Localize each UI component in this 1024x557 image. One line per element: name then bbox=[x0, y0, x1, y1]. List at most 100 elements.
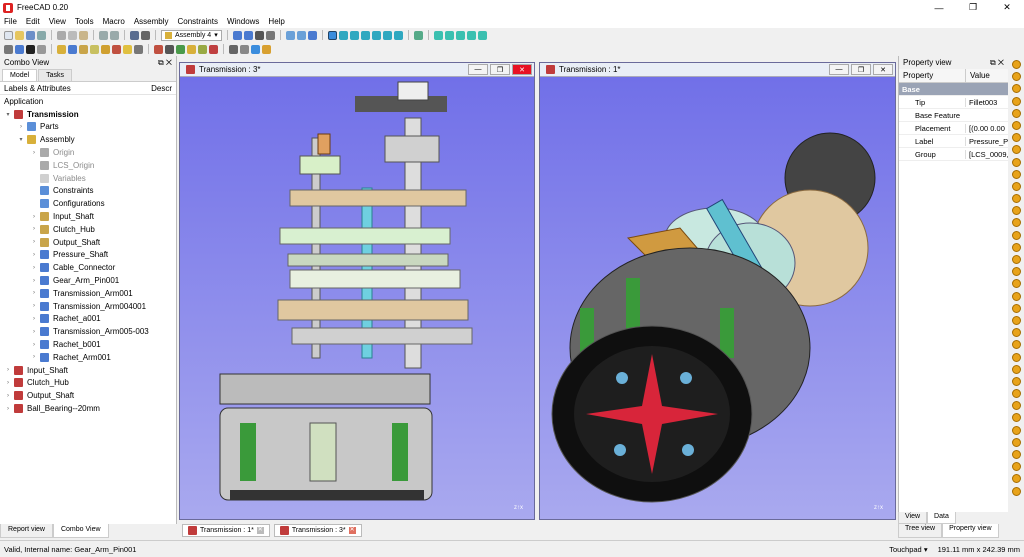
tab-tree-view[interactable]: Tree view bbox=[898, 524, 943, 538]
constraint-tool-icon[interactable] bbox=[1011, 486, 1021, 496]
constraint-tool-icon[interactable] bbox=[1011, 230, 1021, 240]
expand-right-icon[interactable]: › bbox=[4, 406, 12, 412]
tree-item[interactable]: ▾ Transmission bbox=[0, 108, 176, 121]
constraint-tool-icon[interactable] bbox=[1011, 84, 1021, 94]
expand-right-icon[interactable]: › bbox=[30, 150, 38, 156]
expand-right-icon[interactable]: › bbox=[30, 342, 38, 348]
new-assembly-icon[interactable] bbox=[57, 44, 66, 54]
copy-icon[interactable] bbox=[68, 30, 77, 40]
expand-right-icon[interactable]: › bbox=[30, 252, 38, 258]
constraint-tool-icon[interactable] bbox=[1011, 437, 1021, 447]
menu-help[interactable]: Help bbox=[268, 17, 284, 26]
view-minimize-button[interactable]: — bbox=[468, 64, 488, 75]
expand-right-icon[interactable]: › bbox=[30, 265, 38, 271]
menu-macro[interactable]: Macro bbox=[103, 17, 125, 26]
expand-right-icon[interactable]: › bbox=[30, 354, 38, 360]
expand-right-icon[interactable]: › bbox=[30, 303, 38, 309]
save-as-icon[interactable] bbox=[37, 30, 46, 40]
doc-tab-transmission-1[interactable]: Transmission : 1* ✕ bbox=[182, 523, 270, 537]
view-close-button[interactable]: ✕ bbox=[873, 64, 893, 75]
maximize-button[interactable]: ❐ bbox=[956, 0, 990, 15]
view-rear-icon[interactable] bbox=[371, 30, 381, 40]
tree-item[interactable]: › Transmission_Arm005-003 bbox=[0, 325, 176, 338]
undo-icon[interactable] bbox=[99, 30, 108, 40]
new-sketch-icon[interactable] bbox=[101, 44, 110, 54]
tab-model[interactable]: Model bbox=[2, 69, 38, 81]
menu-file[interactable]: File bbox=[4, 17, 17, 26]
expand-right-icon[interactable]: › bbox=[30, 278, 38, 284]
explode-icon[interactable] bbox=[240, 44, 249, 54]
back-arrow-icon[interactable] bbox=[285, 30, 295, 40]
tree-item[interactable]: › Clutch_Hub bbox=[0, 377, 176, 390]
place-link-icon[interactable] bbox=[154, 44, 163, 54]
release-icon[interactable] bbox=[165, 44, 174, 54]
constraint-tool-icon[interactable] bbox=[1011, 145, 1021, 155]
solve-icon[interactable] bbox=[176, 44, 185, 54]
fit-selection-icon[interactable] bbox=[243, 30, 253, 40]
expand-right-icon[interactable]: › bbox=[30, 214, 38, 220]
constraint-tool-icon[interactable] bbox=[1011, 413, 1021, 423]
bookmark-icon[interactable] bbox=[307, 30, 317, 40]
bom-icon[interactable] bbox=[198, 44, 207, 54]
redo-icon[interactable] bbox=[110, 30, 119, 40]
property-value[interactable]: [LCS_0009, bbox=[965, 149, 1008, 159]
expand-down-icon[interactable]: ▾ bbox=[17, 136, 25, 143]
constraint-tool-icon[interactable] bbox=[1011, 72, 1021, 82]
constraint-tool-icon[interactable] bbox=[1011, 328, 1021, 338]
tree-item[interactable]: › Pressure_Shaft bbox=[0, 249, 176, 262]
3d-view-right[interactable]: Transmission : 1* — ❐ ✕ z↑x bbox=[539, 62, 896, 520]
tree-item[interactable]: › Ball_Bearing--20mm bbox=[0, 402, 176, 415]
property-value[interactable]: [(0.00 0.00 bbox=[965, 123, 1008, 133]
menu-tools[interactable]: Tools bbox=[75, 17, 94, 26]
menu-constraints[interactable]: Constraints bbox=[178, 17, 218, 26]
tree-item[interactable]: › Output_Shaft bbox=[0, 236, 176, 249]
tab-report-view[interactable]: Report view bbox=[0, 524, 53, 538]
close-tab-icon[interactable]: ✕ bbox=[348, 526, 356, 534]
tab-tasks[interactable]: Tasks bbox=[38, 69, 72, 81]
constraint-tool-icon[interactable] bbox=[1011, 96, 1021, 106]
new-lcs-icon[interactable] bbox=[112, 44, 121, 54]
menu-view[interactable]: View bbox=[49, 17, 66, 26]
whats-this-icon[interactable] bbox=[141, 30, 150, 40]
new-datum-icon[interactable] bbox=[123, 44, 132, 54]
assembly-tool-2-icon[interactable] bbox=[15, 44, 24, 54]
3d-view-left[interactable]: Transmission : 3* — ❐ ✕ z↑x bbox=[179, 62, 535, 520]
assembly-tool-3-icon[interactable] bbox=[37, 44, 46, 54]
forward-arrow-icon[interactable] bbox=[296, 30, 306, 40]
save-icon[interactable] bbox=[26, 30, 35, 40]
close-button[interactable]: ✕ bbox=[990, 0, 1024, 15]
dock-float-close-icons[interactable]: ⧉ ✕ bbox=[158, 58, 172, 68]
measure-2-icon[interactable] bbox=[229, 44, 238, 54]
tree-item[interactable]: › Output_Shaft bbox=[0, 389, 176, 402]
tree-item[interactable]: › Clutch_Hub bbox=[0, 223, 176, 236]
tree-item[interactable]: › Input_Shaft bbox=[0, 364, 176, 377]
minimize-button[interactable]: — bbox=[922, 0, 956, 15]
property-value[interactable]: Pressure_Pl bbox=[965, 136, 1008, 146]
constraint-tool-icon[interactable] bbox=[1011, 474, 1021, 484]
part-box-icon[interactable] bbox=[433, 30, 443, 40]
menu-edit[interactable]: Edit bbox=[26, 17, 40, 26]
constraint-tool-icon[interactable] bbox=[1011, 291, 1021, 301]
constraint-tool-icon[interactable] bbox=[1011, 450, 1021, 459]
tree-item[interactable]: › Origin bbox=[0, 146, 176, 159]
constraint-tool-icon[interactable] bbox=[1011, 376, 1021, 386]
assembly-tool-1-icon[interactable] bbox=[4, 44, 13, 54]
view-front-icon[interactable] bbox=[338, 30, 348, 40]
property-row[interactable]: Group [LCS_0009, bbox=[899, 148, 1008, 161]
navigation-style-selector[interactable]: Touchpad ▾ bbox=[889, 545, 927, 554]
constraint-tool-icon[interactable] bbox=[1011, 389, 1021, 399]
tree-item[interactable]: ▾ Assembly bbox=[0, 133, 176, 146]
property-col-header[interactable]: Property bbox=[899, 69, 965, 82]
tree-item[interactable]: › Input_Shaft bbox=[0, 210, 176, 223]
tree-item[interactable]: › Rachet_a001 bbox=[0, 313, 176, 326]
new-body-icon[interactable] bbox=[79, 44, 88, 54]
constraint-tool-icon[interactable] bbox=[1011, 364, 1021, 374]
tree-item[interactable]: LCS_Origin bbox=[0, 159, 176, 172]
dock-float-close-icons[interactable]: ⧉ ✕ bbox=[990, 58, 1004, 68]
constraint-tool-icon[interactable] bbox=[1011, 340, 1021, 350]
view-minimize-button[interactable]: — bbox=[829, 64, 849, 75]
property-row[interactable]: Base Feature bbox=[899, 109, 1008, 122]
expand-right-icon[interactable]: › bbox=[4, 367, 12, 373]
part-cone-icon[interactable] bbox=[466, 30, 476, 40]
open-file-icon[interactable] bbox=[15, 30, 24, 40]
